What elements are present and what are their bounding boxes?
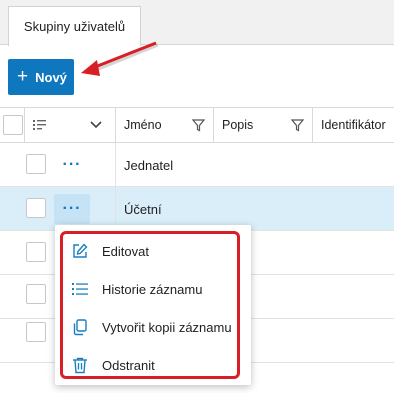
tab-bar: Skupiny uživatelů — [0, 0, 394, 46]
row-actions-icon[interactable]: ··· — [54, 194, 90, 224]
row-name: Jednatel — [124, 157, 174, 173]
row-checkbox[interactable] — [26, 198, 46, 218]
list-icon — [72, 283, 88, 295]
context-menu: Editovat Historie záznamu Vytvořit kopii… — [55, 225, 251, 385]
column-chooser-icon[interactable] — [33, 119, 47, 131]
plus-icon: + — [17, 65, 29, 87]
column-header-name[interactable]: Jméno — [124, 108, 162, 142]
select-all-checkbox[interactable] — [3, 115, 23, 135]
column-header-identifier[interactable]: Identifikátor — [321, 108, 386, 142]
row-checkbox[interactable] — [26, 284, 46, 304]
edit-icon — [73, 243, 88, 258]
menu-item-label: Editovat — [102, 244, 149, 259]
filter-icon[interactable] — [291, 119, 304, 132]
row-checkbox[interactable] — [26, 322, 46, 342]
trash-icon — [73, 357, 87, 374]
row-actions-icon[interactable]: ··· — [54, 150, 90, 180]
table-row[interactable]: ··· Jednatel — [0, 143, 394, 187]
menu-item-label: Odstranit — [102, 358, 155, 373]
column-header-description[interactable]: Popis — [222, 108, 253, 142]
filter-icon[interactable] — [192, 119, 205, 132]
row-checkbox[interactable] — [26, 154, 46, 174]
chevron-down-icon[interactable] — [90, 121, 102, 129]
tab-label: Skupiny uživatelů — [23, 19, 126, 34]
copy-icon — [73, 319, 87, 336]
grid-header: Jméno Popis Identifikátor — [0, 107, 394, 143]
new-button[interactable]: + Nový — [8, 59, 74, 95]
menu-item-label: Historie záznamu — [102, 282, 203, 297]
menu-item-label: Vytvořit kopii záznamu — [102, 320, 232, 335]
menu-item-history[interactable]: Historie záznamu — [55, 271, 251, 308]
menu-item-copy[interactable]: Vytvořit kopii záznamu — [55, 309, 251, 346]
row-checkbox[interactable] — [26, 242, 46, 262]
new-button-label: Nový — [35, 69, 67, 85]
column-divider — [115, 143, 116, 231]
tab-user-groups[interactable]: Skupiny uživatelů — [8, 6, 141, 46]
menu-item-edit[interactable]: Editovat — [55, 233, 251, 270]
menu-item-delete[interactable]: Odstranit — [55, 347, 251, 384]
